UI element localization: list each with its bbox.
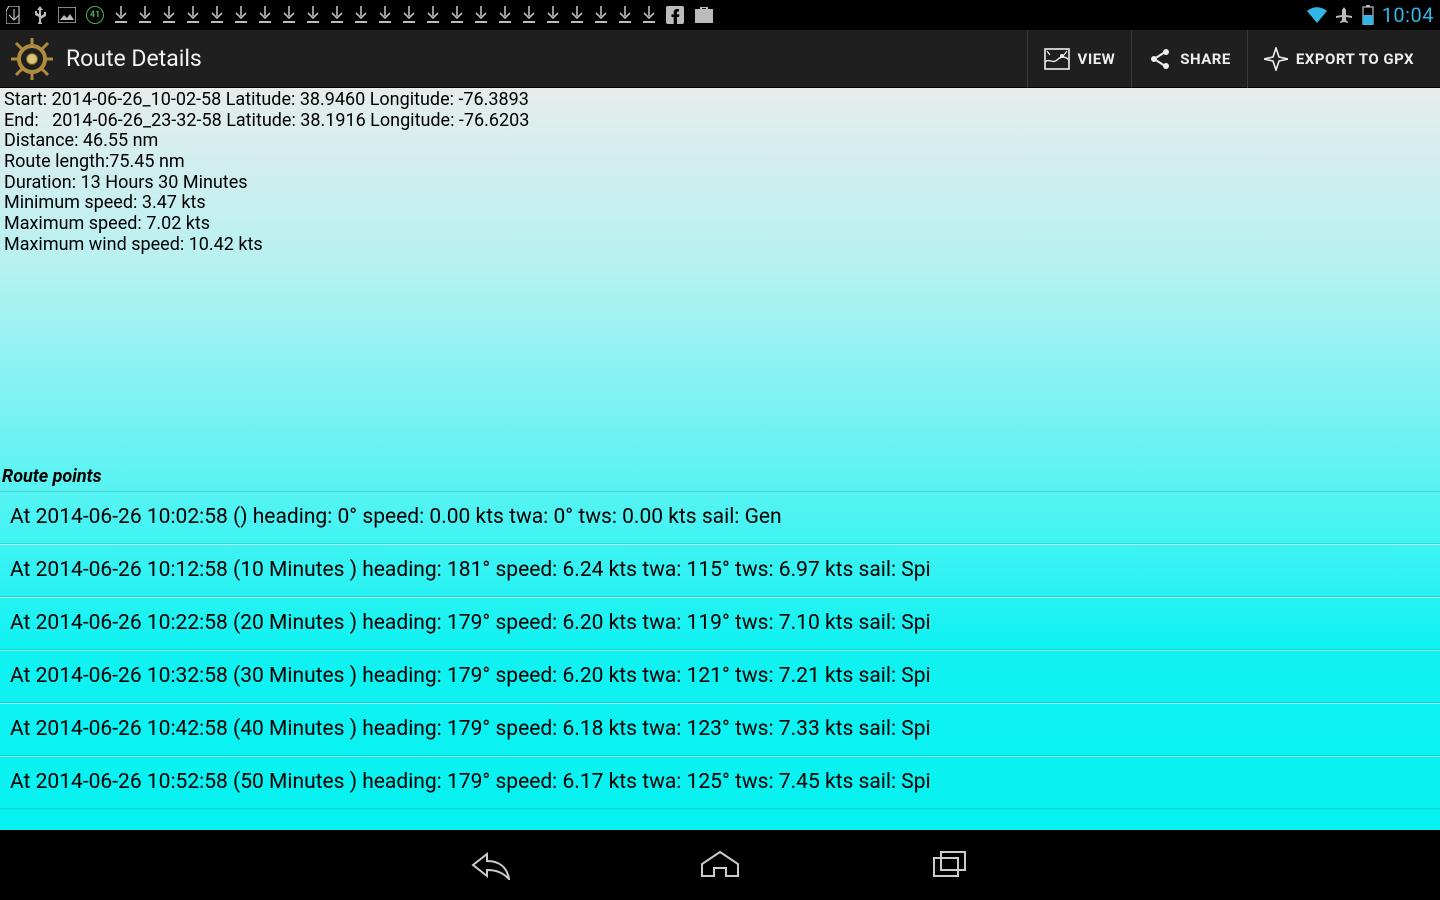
download-notification-icon <box>114 6 128 24</box>
download-notification-icon <box>162 6 176 24</box>
download-notification-icon <box>498 6 512 24</box>
download-notification-icon <box>258 6 272 24</box>
action-bar: Route Details VIEW SHARE EXPORT TO GPX <box>0 30 1440 88</box>
download-notification-icon <box>642 6 656 24</box>
navigation-bar <box>0 830 1440 900</box>
download-notification-icon <box>450 6 464 24</box>
status-clock: 10:04 <box>1382 3 1434 27</box>
summary-max-speed: Maximum speed: 7.02 kts <box>4 214 1436 235</box>
download-notification-icon <box>282 6 296 24</box>
spacer <box>0 256 1440 466</box>
download-notification-icon <box>306 6 320 24</box>
image-icon <box>58 7 76 23</box>
share-icon <box>1148 47 1172 71</box>
summary-max-wind: Maximum wind speed: 10.42 kts <box>4 235 1436 256</box>
route-point-row[interactable]: At 2014-06-26 10:22:58 (20 Minutes ) hea… <box>0 597 1440 650</box>
summary-min-speed: Minimum speed: 3.47 kts <box>4 193 1436 214</box>
briefcase-icon <box>694 6 714 24</box>
view-button-label: VIEW <box>1078 50 1116 68</box>
download-notification-icon <box>570 6 584 24</box>
share-button-label: SHARE <box>1180 50 1231 68</box>
download-notification-icon <box>474 6 488 24</box>
summary-end: End: 2014-06-26_23-32-58 Latitude: 38.19… <box>4 111 1436 132</box>
app-wheel-icon[interactable] <box>8 35 56 83</box>
home-button[interactable] <box>685 840 755 890</box>
battery-icon <box>1362 5 1374 25</box>
map-icon <box>1044 48 1070 70</box>
usb-icon <box>32 6 48 24</box>
summary-start: Start: 2014-06-26_10-02-58 Latitude: 38.… <box>4 90 1436 111</box>
export-gpx-button-label: EXPORT TO GPX <box>1296 50 1414 68</box>
summary-duration: Duration: 13 Hours 30 Minutes <box>4 173 1436 194</box>
route-point-row[interactable]: At 2014-06-26 10:02:58 () heading: 0° sp… <box>0 491 1440 544</box>
recent-apps-button[interactable] <box>915 840 985 890</box>
summary-distance: Distance: 46.55 nm <box>4 131 1436 152</box>
download-notification-icon <box>138 6 152 24</box>
status-bar: 41 10:04 <box>0 0 1440 30</box>
back-button[interactable] <box>455 840 525 890</box>
screen: 41 10:04 <box>0 0 1440 900</box>
wifi-icon <box>1306 6 1328 24</box>
airplane-mode-icon <box>1336 6 1354 24</box>
download-notification-icon <box>330 6 344 24</box>
route-summary: Start: 2014-06-26_10-02-58 Latitude: 38.… <box>0 88 1440 256</box>
status-bar-left: 41 <box>6 6 1306 24</box>
download-notification-icon <box>546 6 560 24</box>
compass-icon <box>1264 47 1288 71</box>
route-points-heading: Route points <box>0 466 1440 491</box>
status-bar-right: 10:04 <box>1306 3 1434 27</box>
export-gpx-button[interactable]: EXPORT TO GPX <box>1247 30 1430 88</box>
route-point-row[interactable]: At 2014-06-26 10:42:58 (40 Minutes ) hea… <box>0 703 1440 756</box>
view-button[interactable]: VIEW <box>1027 30 1132 88</box>
content-area[interactable]: Start: 2014-06-26_10-02-58 Latitude: 38.… <box>0 88 1440 830</box>
summary-route-length: Route length:75.45 nm <box>4 152 1436 173</box>
share-button[interactable]: SHARE <box>1131 30 1247 88</box>
sd-card-icon <box>6 6 22 24</box>
page-title: Route Details <box>66 45 1027 72</box>
download-notification-icon <box>186 6 200 24</box>
download-notification-icon <box>354 6 368 24</box>
download-notification-icon <box>210 6 224 24</box>
download-notification-icon <box>426 6 440 24</box>
download-notification-icon <box>522 6 536 24</box>
download-notification-icon <box>234 6 248 24</box>
badge-41-icon: 41 <box>86 6 104 24</box>
download-notification-icon <box>618 6 632 24</box>
download-notification-icon <box>378 6 392 24</box>
download-notification-icon <box>594 6 608 24</box>
facebook-icon <box>666 6 684 24</box>
download-notification-icon <box>402 6 416 24</box>
route-point-row[interactable]: At 2014-06-26 10:52:58 (50 Minutes ) hea… <box>0 756 1440 809</box>
route-points-list[interactable]: At 2014-06-26 10:02:58 () heading: 0° sp… <box>0 491 1440 831</box>
download-notifications-icons <box>114 6 656 24</box>
route-point-row[interactable]: At 2014-06-26 10:32:58 (30 Minutes ) hea… <box>0 650 1440 703</box>
route-point-row[interactable]: At 2014-06-26 10:12:58 (10 Minutes ) hea… <box>0 544 1440 597</box>
